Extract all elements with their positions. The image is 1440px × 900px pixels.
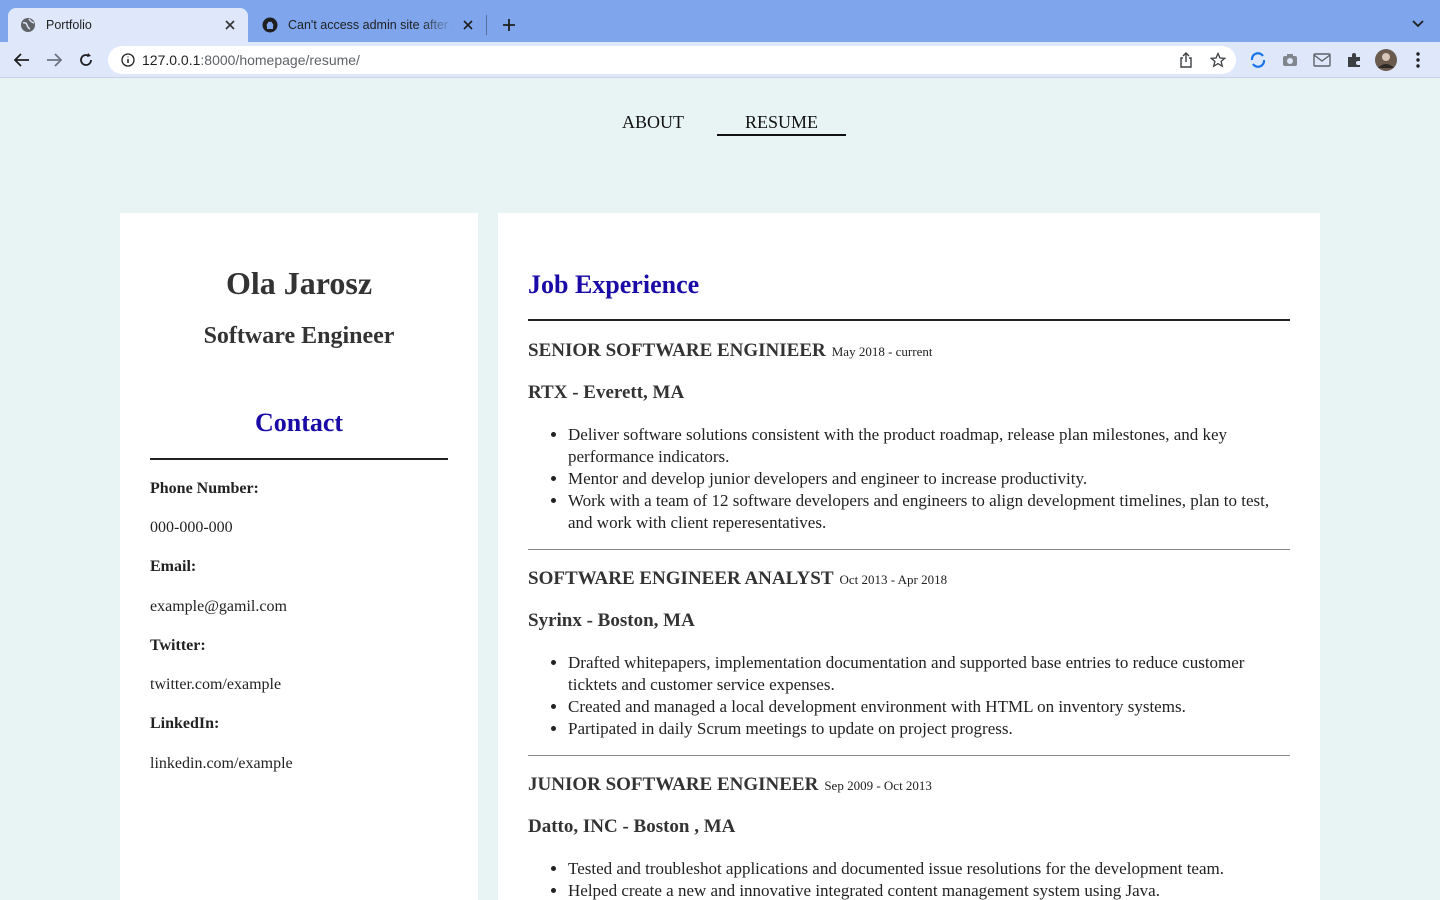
job-entry: SOFTWARE ENGINEER ANALYST Oct 2013 - Apr … [528,568,1290,740]
job-title: SENIOR SOFTWARE ENGINIEER [528,340,826,361]
job-separator [528,755,1290,756]
list-item: Helped create a new and innovative integ… [568,880,1290,900]
job-duties-list: Deliver software solutions consistent wi… [528,424,1290,534]
tab-portfolio[interactable]: Portfolio [8,8,248,42]
job-entry: SENIOR SOFTWARE ENGINIEER May 2018 - curr… [528,340,1290,534]
email-value: example@gamil.com [150,598,287,615]
new-tab-icon[interactable] [498,14,520,36]
twitter-label: Twitter: [150,637,206,654]
contact-divider [150,458,448,460]
globe-icon [20,17,36,33]
job-dates: May 2018 - current [831,344,933,359]
tab-title: Can't access admin site after d [288,18,454,32]
mail-icon[interactable] [1313,51,1331,69]
forward-arrow-icon[interactable] [42,49,66,71]
url-path: :8000/homepage/resume/ [200,52,360,68]
list-item: Work with a team of 12 software develope… [568,490,1290,534]
job-title: JUNIOR SOFTWARE ENGINEER [528,774,819,795]
nav-about-link[interactable]: ABOUT [608,112,698,133]
reload-icon[interactable] [74,49,98,71]
job-title-row: SOFTWARE ENGINEER ANALYST Oct 2013 - Apr … [528,568,1290,590]
url-host: 127.0.0.1 [142,52,201,68]
list-item: Partipated in daily Scrum meetings to up… [568,718,1290,740]
linkedin-label: LinkedIn: [150,715,220,732]
nav-resume-link[interactable]: RESUME [717,112,846,136]
experience-divider [528,319,1290,321]
site-nav: ABOUT RESUME [0,110,1440,140]
list-item: Tested and troubleshot applications and … [568,858,1290,880]
tab-title: Portfolio [46,18,92,32]
list-item: Mentor and develop junior developers and… [568,468,1290,490]
job-separator [528,549,1290,550]
job-company: Syrinx - Boston, MA [528,610,695,631]
browser-toolbar: 127.0.0.1:8000/homepage/resume/ [0,42,1440,78]
close-tab-icon[interactable] [460,17,476,33]
profile-avatar[interactable] [1375,49,1397,71]
twitter-value: twitter.com/example [150,676,282,693]
job-entry: JUNIOR SOFTWARE ENGINEER Sep 2009 - Oct 2… [528,774,1290,900]
site-info-icon[interactable] [120,52,136,68]
job-dates: Oct 2013 - Apr 2018 [839,572,948,587]
bookmark-star-icon[interactable] [1210,52,1226,68]
extensions-puzzle-icon[interactable] [1345,51,1363,69]
email-label: Email: [150,558,197,575]
share-icon[interactable] [1178,52,1194,68]
job-title: SOFTWARE ENGINEER ANALYST [528,568,834,589]
job-title-row: SENIOR SOFTWARE ENGINIEER May 2018 - curr… [528,340,1290,362]
tab-separator [486,15,487,35]
close-tab-icon[interactable] [222,17,238,33]
back-arrow-icon[interactable] [10,49,34,71]
profile-card: Ola Jarosz Software Engineer Contact Pho… [120,213,478,900]
list-item: Drafted whitepapers, implementation docu… [568,652,1290,696]
tab-strip: Portfolio Can't access admin site after … [0,0,1440,42]
list-item: Created and managed a local development … [568,696,1290,718]
camera-icon[interactable] [1281,51,1299,69]
phone-value: 000-000-000 [150,519,233,536]
phone-label: Phone Number: [150,480,259,497]
chevron-down-icon[interactable] [1408,14,1428,34]
contact-heading: Contact [254,408,344,437]
profile-name: Ola Jarosz [225,265,373,301]
profile-role: Software Engineer [203,323,395,349]
job-duties-list: Drafted whitepapers, implementation docu… [528,652,1290,740]
job-title-row: JUNIOR SOFTWARE ENGINEER Sep 2009 - Oct 2… [528,774,1290,796]
job-dates: Sep 2009 - Oct 2013 [824,778,932,793]
job-company: RTX - Everett, MA [528,382,685,403]
list-item: Deliver software solutions consistent wi… [568,424,1290,468]
tab-github-issue[interactable]: Can't access admin site after d [250,8,486,42]
experience-heading: Job Experience [528,270,700,299]
experience-card: Job Experience SENIOR SOFTWARE ENGINIEER… [498,213,1320,900]
linkedin-value: linkedin.com/example [150,755,293,772]
job-duties-list: Tested and troubleshot applications and … [528,858,1290,900]
sync-extension-icon[interactable] [1249,51,1267,69]
more-menu-icon[interactable] [1409,51,1427,69]
job-company: Datto, INC - Boston , MA [528,816,736,837]
github-icon [262,17,278,33]
address-bar[interactable]: 127.0.0.1:8000/homepage/resume/ [108,46,1236,74]
